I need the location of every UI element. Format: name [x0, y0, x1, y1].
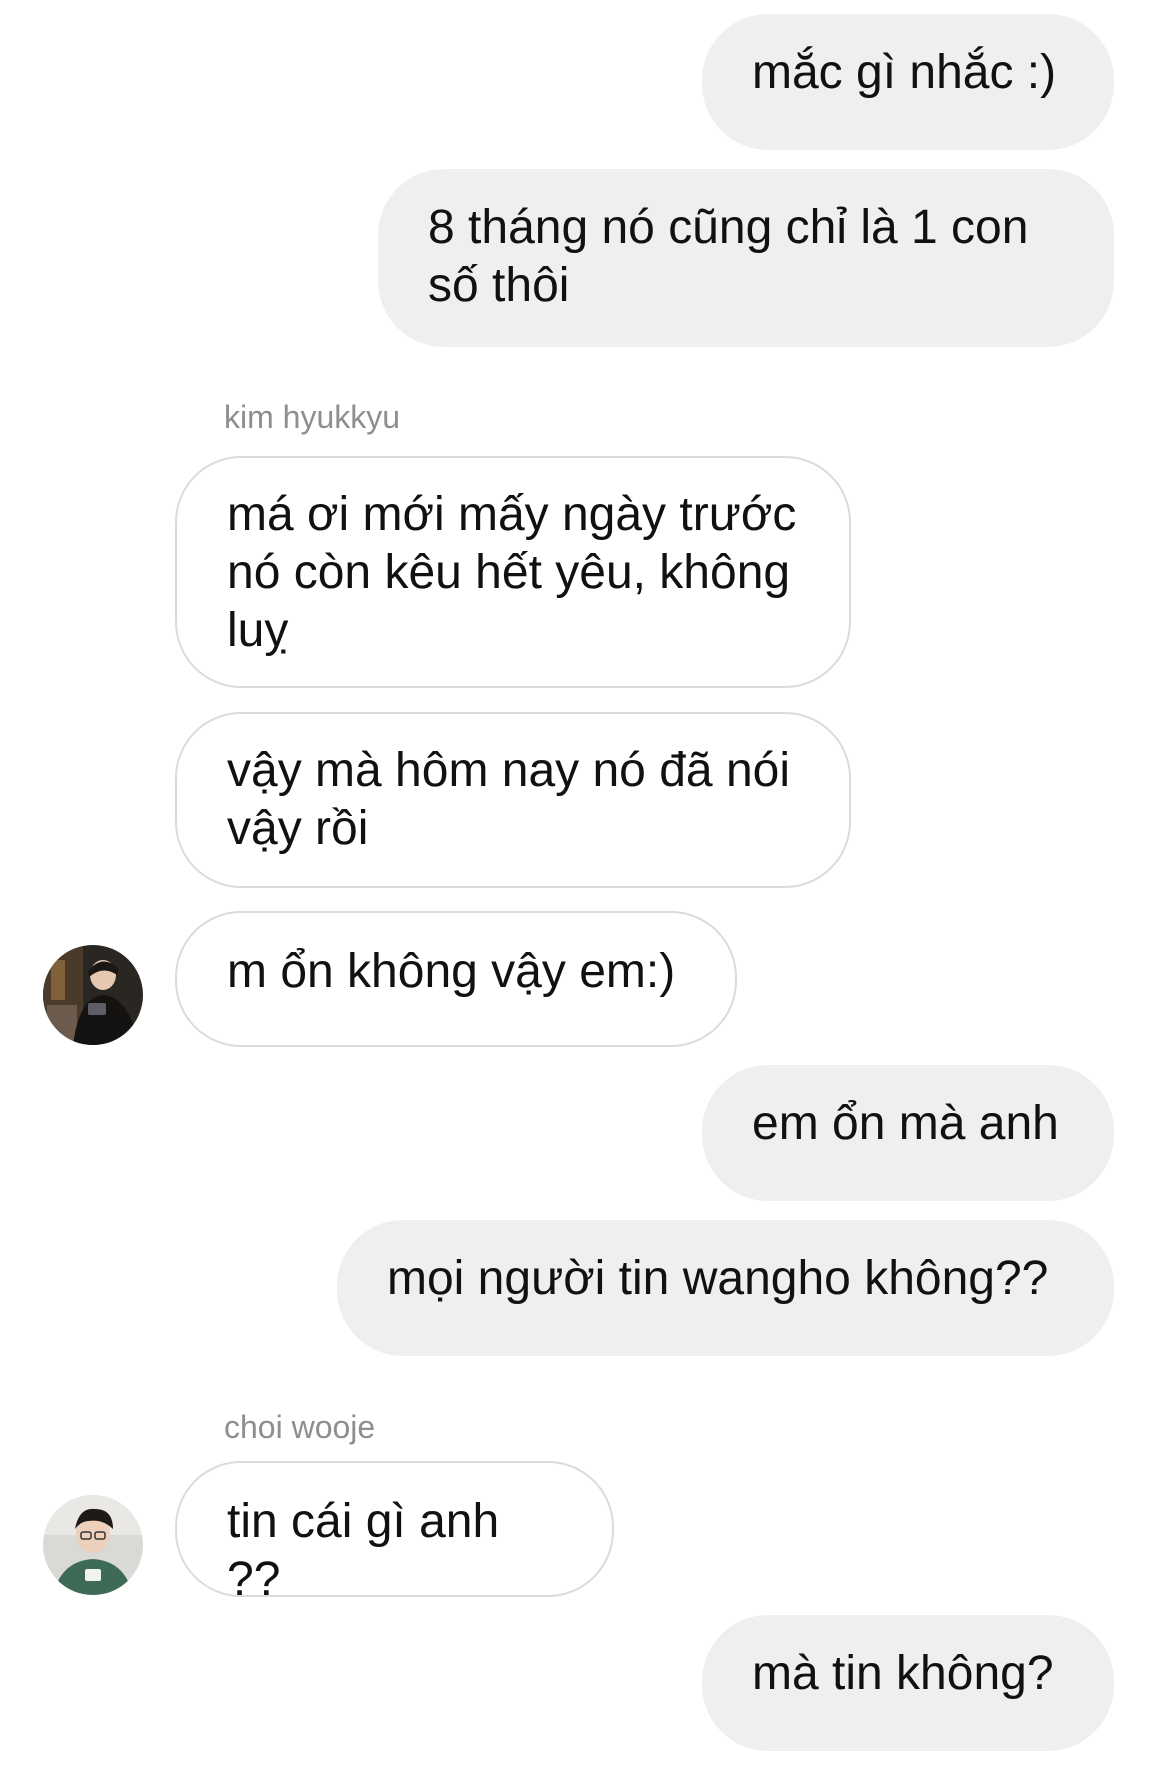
message-text: mọi người tin wangho không?? — [387, 1252, 1049, 1305]
incoming-message[interactable]: má ơi mới mấy ngày trước nó còn kêu hết … — [175, 456, 851, 688]
avatar-image — [43, 1495, 143, 1595]
sender-name: choi wooje — [224, 1409, 376, 1445]
incoming-message[interactable]: tin cái gì anh ?? — [175, 1461, 614, 1606]
incoming-message[interactable]: vậy mà hôm nay nó đã nói vậy rồi — [175, 712, 851, 888]
message-text: 8 tháng nó cũng chỉ là 1 con số thôi — [428, 201, 1029, 312]
outgoing-message[interactable]: mọi người tin wangho không?? — [337, 1220, 1114, 1356]
outgoing-message[interactable]: em ổn mà anh — [702, 1065, 1114, 1201]
outgoing-message[interactable]: 8 tháng nó cũng chỉ là 1 con số thôi — [378, 169, 1114, 347]
avatar-kim-hyukkyu[interactable] — [43, 945, 143, 1045]
message-text: má ơi mới mấy ngày trước nó còn kêu hết … — [227, 488, 797, 657]
message-text: vậy mà hôm nay nó đã nói vậy rồi — [227, 744, 790, 855]
message-text: m ổn không vậy em:) — [227, 945, 676, 998]
avatar-choi-wooje[interactable] — [43, 1495, 143, 1595]
message-text: em ổn mà anh — [752, 1097, 1059, 1150]
outgoing-message[interactable]: mà tin không? — [702, 1615, 1114, 1751]
message-text: mà tin không? — [752, 1647, 1054, 1700]
message-text: mắc gì nhắc :) — [752, 46, 1057, 99]
outgoing-message[interactable]: mắc gì nhắc :) — [702, 14, 1114, 150]
sender-name: kim hyukkyu — [224, 399, 401, 435]
avatar-image — [43, 945, 143, 1045]
message-text: tin cái gì anh ?? — [227, 1495, 500, 1606]
incoming-message[interactable]: m ổn không vậy em:) — [175, 911, 737, 1047]
